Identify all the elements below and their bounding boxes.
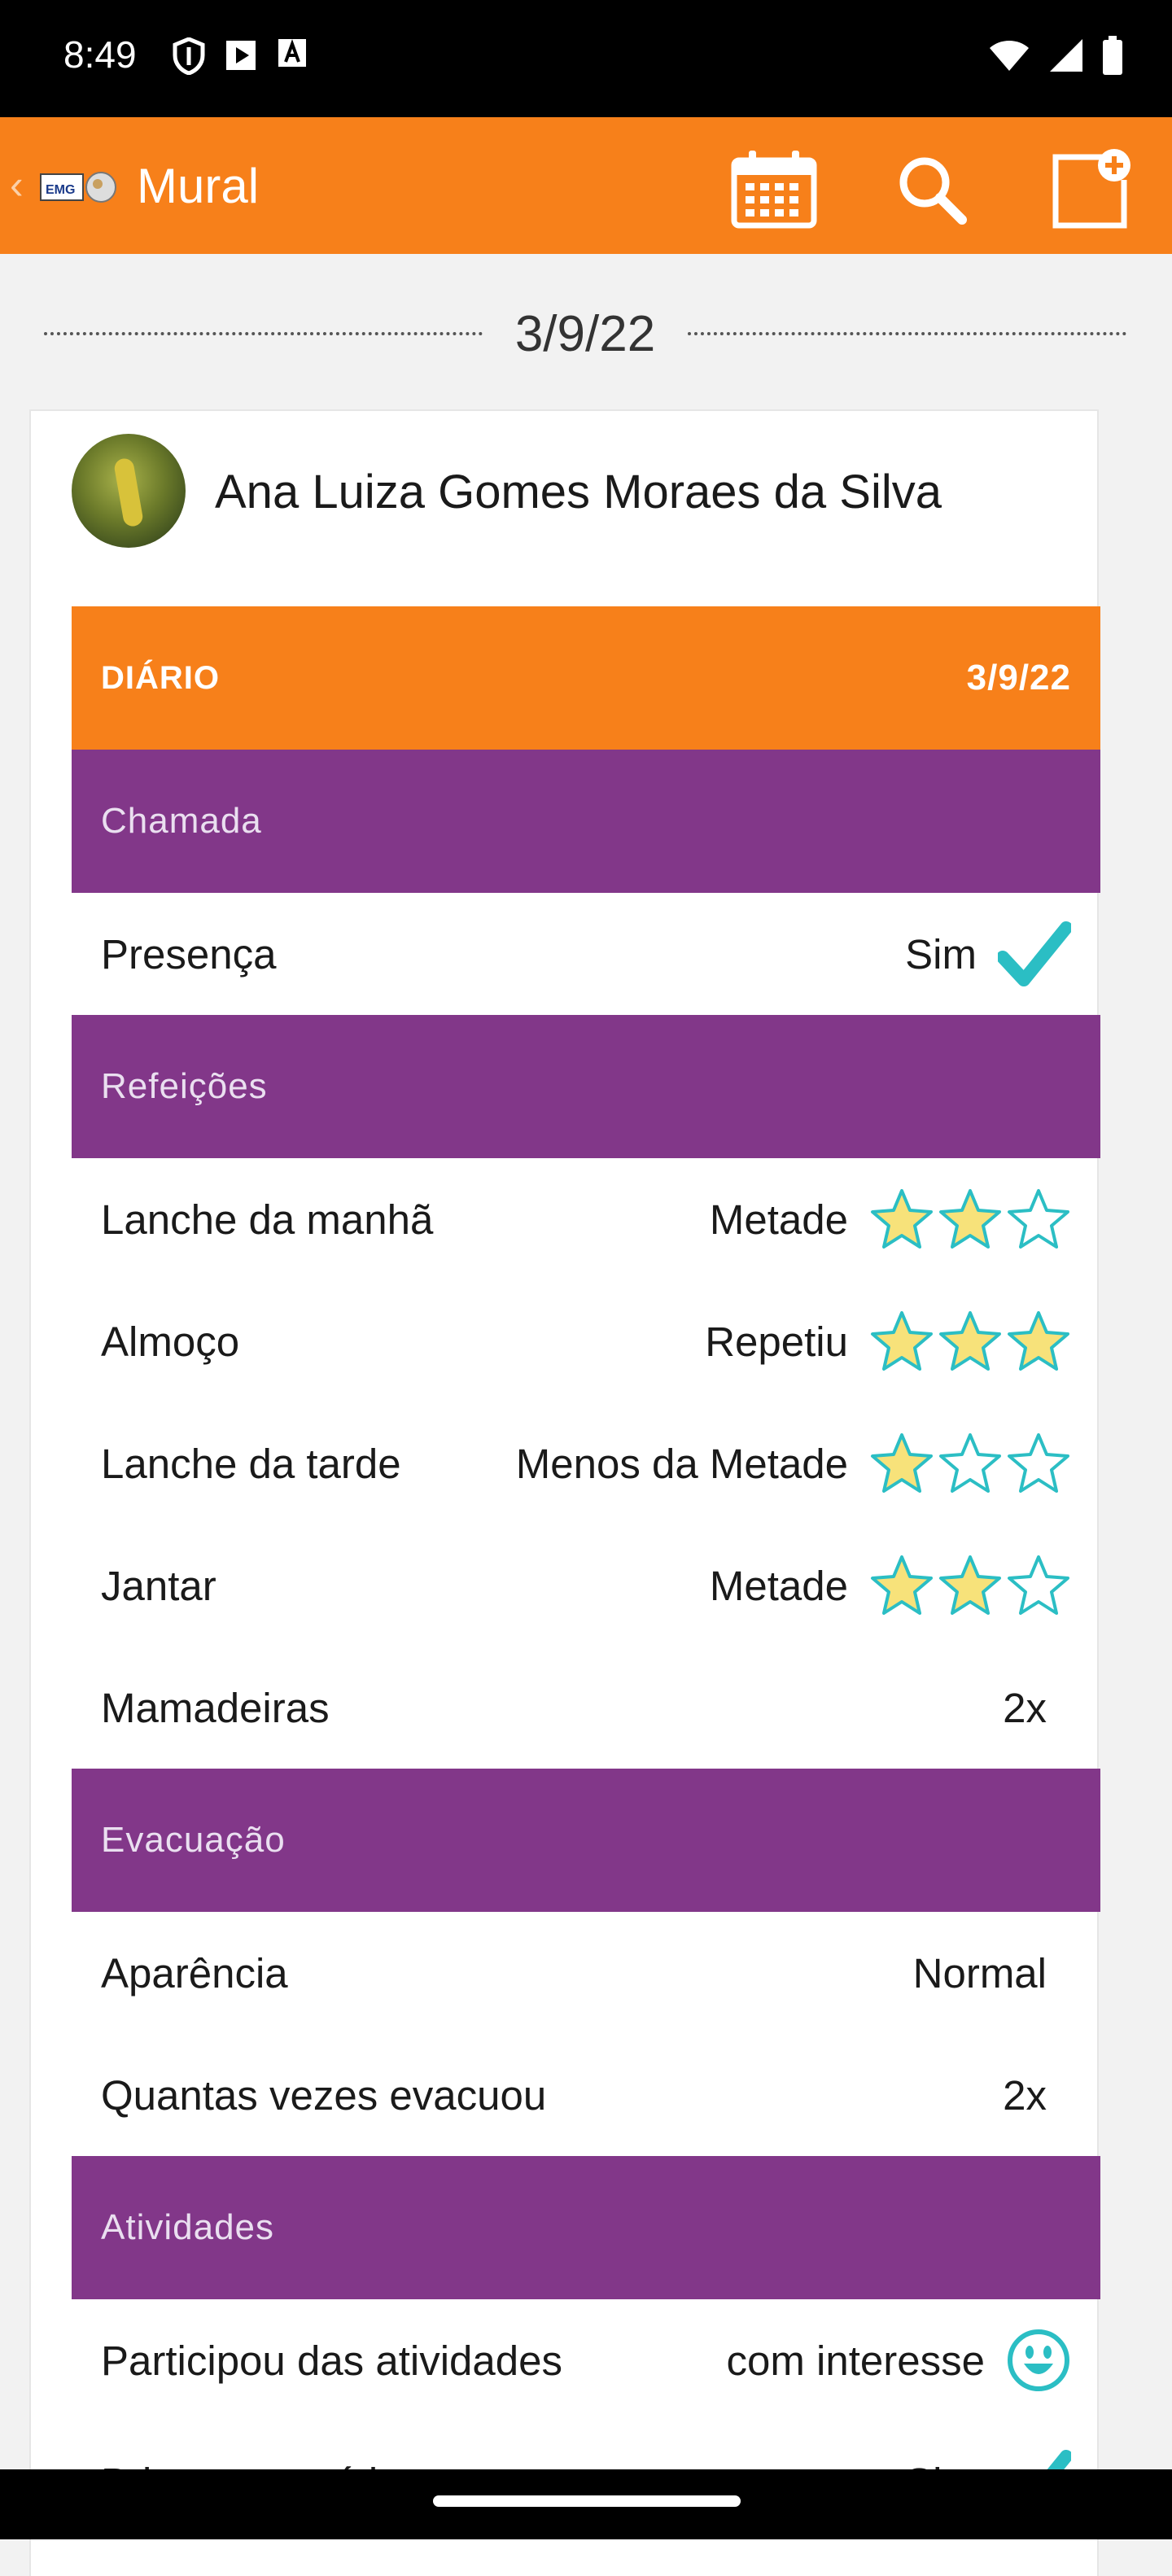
- app-bar: ‹ EMG Mural: [0, 117, 1172, 254]
- calendar-button[interactable]: [729, 145, 819, 234]
- table-row: Lanche da tarde Menos da Metade: [72, 1402, 1100, 1524]
- calendar-icon: [731, 151, 817, 229]
- star-rating: [869, 1554, 1071, 1617]
- star-filled-icon: [871, 1311, 933, 1371]
- search-button[interactable]: [887, 145, 977, 234]
- row-label: Participou das atividades: [101, 2337, 563, 2384]
- section-refeicoes: Refeições: [72, 1015, 1100, 1158]
- back-chevron-icon[interactable]: ‹: [10, 164, 24, 205]
- star-filled-icon: [871, 1433, 933, 1493]
- section-atividades: Atividades: [72, 2156, 1100, 2299]
- status-notification-icons: [173, 37, 308, 75]
- table-row: Mamadeiras 2x: [72, 1647, 1100, 1769]
- star-rating: [869, 1432, 1071, 1495]
- status-bar: 8:49: [0, 0, 1172, 117]
- date-divider: 3/9/22: [44, 301, 1127, 366]
- star-filled-icon: [871, 1555, 933, 1615]
- check-icon: [998, 921, 1071, 986]
- author-name: Ana Luiza Gomes Moraes da Silva: [215, 466, 942, 518]
- table-row: Almoço Repetiu: [72, 1280, 1100, 1402]
- table-row: Quantas vezes evacuou 2x: [72, 2034, 1100, 2156]
- row-value: 2x: [1003, 2071, 1047, 2119]
- shield-icon: [173, 37, 205, 75]
- font-a-icon: [278, 39, 306, 67]
- row-label: Aparência: [101, 1949, 288, 1997]
- wifi-icon: [990, 41, 1029, 71]
- navigation-bar: [0, 2469, 1172, 2539]
- row-label: Jantar: [101, 1562, 216, 1609]
- row-value: Menos da Metade: [515, 1440, 848, 1487]
- row-value: Repetiu: [705, 1318, 848, 1365]
- section-evacuacao: Evacuação: [72, 1769, 1100, 1912]
- table-row: Jantar Metade: [72, 1524, 1100, 1647]
- star-filled-icon: [1008, 1311, 1069, 1371]
- avatar[interactable]: [72, 434, 186, 548]
- row-value: Metade: [709, 1562, 848, 1609]
- star-empty-icon: [1008, 1555, 1069, 1615]
- row-value: Normal: [912, 1949, 1047, 1997]
- row-label: Quantas vezes evacuou: [101, 2071, 547, 2119]
- happy-face-icon: [1006, 2328, 1071, 2393]
- feed-date: 3/9/22: [514, 305, 656, 362]
- diary-header: DIÁRIO 3/9/22: [72, 606, 1100, 750]
- new-post-icon: [1052, 149, 1130, 229]
- diary-date: 3/9/22: [966, 658, 1071, 698]
- new-post-button[interactable]: [1047, 145, 1136, 234]
- star-filled-icon: [939, 1555, 1001, 1615]
- diary-label: DIÁRIO: [101, 659, 220, 696]
- table-row: Lanche da manhã Metade: [72, 1158, 1100, 1280]
- app-title: Mural: [137, 159, 260, 213]
- star-empty-icon: [1008, 1189, 1069, 1249]
- row-value: 2x: [1003, 1684, 1047, 1731]
- play-store-icon: [226, 41, 256, 70]
- star-filled-icon: [871, 1189, 933, 1249]
- battery-icon: [1103, 36, 1122, 75]
- row-label: Presença: [101, 930, 277, 977]
- status-system-icons: [988, 36, 1123, 75]
- table-row: Presença Sim: [72, 893, 1100, 1015]
- row-label: Lanche da tarde: [101, 1440, 401, 1487]
- star-filled-icon: [939, 1189, 1001, 1249]
- diary-table: DIÁRIO 3/9/22 Chamada Presença Sim Refei…: [72, 606, 1100, 2543]
- row-label: Lanche da manhã: [101, 1196, 434, 1243]
- row-value: Sim: [905, 930, 977, 977]
- row-value: com interesse: [726, 2337, 985, 2384]
- search-icon: [899, 157, 967, 225]
- star-filled-icon: [939, 1311, 1001, 1371]
- star-empty-icon: [1008, 1433, 1069, 1493]
- star-empty-icon: [939, 1433, 1001, 1493]
- row-label: Almoço: [101, 1318, 240, 1365]
- svg-text:EMG: EMG: [46, 183, 75, 197]
- table-row: Participou das atividades com interesse: [72, 2299, 1100, 2421]
- star-rating: [869, 1310, 1071, 1373]
- divider-line: [44, 332, 483, 335]
- section-chamada: Chamada: [72, 750, 1100, 893]
- divider-line: [688, 332, 1127, 335]
- school-logo[interactable]: EMG: [39, 169, 119, 205]
- row-value: Metade: [709, 1196, 848, 1243]
- status-time: 8:49: [63, 33, 137, 76]
- post-card: Ana Luiza Gomes Moraes da Silva DIÁRIO 3…: [31, 411, 1100, 2576]
- signal-icon: [1050, 39, 1082, 72]
- home-gesture-handle[interactable]: [433, 2495, 741, 2507]
- table-row: Aparência Normal: [72, 1912, 1100, 2034]
- star-rating: [869, 1187, 1071, 1251]
- row-label: Mamadeiras: [101, 1684, 330, 1731]
